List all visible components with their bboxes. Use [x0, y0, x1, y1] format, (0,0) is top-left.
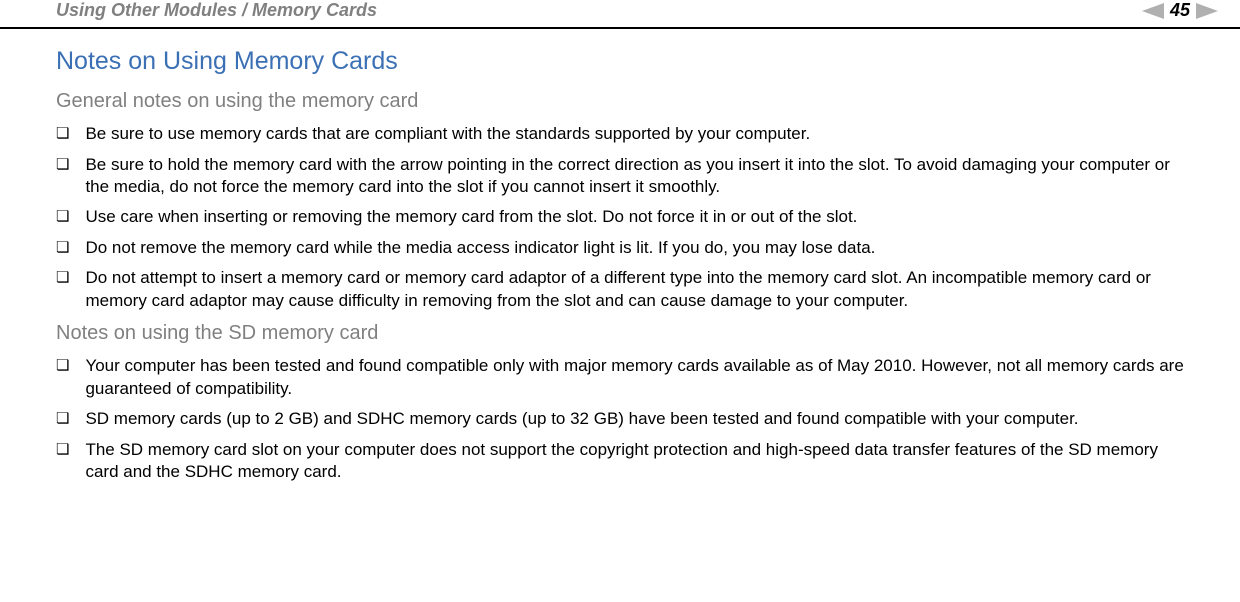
list-item: ❏ Be sure to hold the memory card with t… — [56, 154, 1184, 199]
list-item: ❏ Use care when inserting or removing th… — [56, 206, 1184, 229]
breadcrumb: Using Other Modules / Memory Cards — [56, 0, 377, 21]
page-header: Using Other Modules / Memory Cards 45 — [0, 0, 1240, 29]
next-page-arrow-icon[interactable] — [1196, 3, 1218, 19]
bullet-icon: ❏ — [56, 439, 69, 462]
bullet-icon: ❏ — [56, 154, 69, 177]
list-item: ❏ Be sure to use memory cards that are c… — [56, 123, 1184, 146]
sd-notes-list: ❏ Your computer has been tested and foun… — [56, 355, 1184, 483]
list-item-text: Your computer has been tested and found … — [85, 355, 1184, 400]
bullet-icon: ❏ — [56, 237, 69, 260]
list-item: ❏ Your computer has been tested and foun… — [56, 355, 1184, 400]
page-content: Notes on Using Memory Cards General note… — [0, 47, 1240, 484]
page-title: Notes on Using Memory Cards — [56, 47, 1184, 76]
bullet-icon: ❏ — [56, 206, 69, 229]
page-navigation: 45 — [1142, 0, 1218, 21]
prev-page-arrow-icon[interactable] — [1142, 3, 1164, 19]
list-item-text: Be sure to use memory cards that are com… — [85, 123, 1184, 145]
list-item-text: Do not remove the memory card while the … — [85, 237, 1184, 259]
bullet-icon: ❏ — [56, 355, 69, 378]
bullet-icon: ❏ — [56, 123, 69, 146]
bullet-icon: ❏ — [56, 267, 69, 290]
section-heading-general: General notes on using the memory card — [56, 90, 1184, 113]
list-item: ❏ Do not remove the memory card while th… — [56, 237, 1184, 260]
list-item-text: Be sure to hold the memory card with the… — [85, 154, 1184, 199]
list-item-text: SD memory cards (up to 2 GB) and SDHC me… — [85, 408, 1184, 430]
general-notes-list: ❏ Be sure to use memory cards that are c… — [56, 123, 1184, 312]
list-item-text: Do not attempt to insert a memory card o… — [85, 267, 1184, 312]
bullet-icon: ❏ — [56, 408, 69, 431]
page-number: 45 — [1170, 0, 1190, 21]
list-item: ❏ SD memory cards (up to 2 GB) and SDHC … — [56, 408, 1184, 431]
list-item: ❏ The SD memory card slot on your comput… — [56, 439, 1184, 484]
list-item-text: Use care when inserting or removing the … — [85, 206, 1184, 228]
list-item-text: The SD memory card slot on your computer… — [85, 439, 1184, 484]
list-item: ❏ Do not attempt to insert a memory card… — [56, 267, 1184, 312]
section-heading-sd: Notes on using the SD memory card — [56, 322, 1184, 345]
